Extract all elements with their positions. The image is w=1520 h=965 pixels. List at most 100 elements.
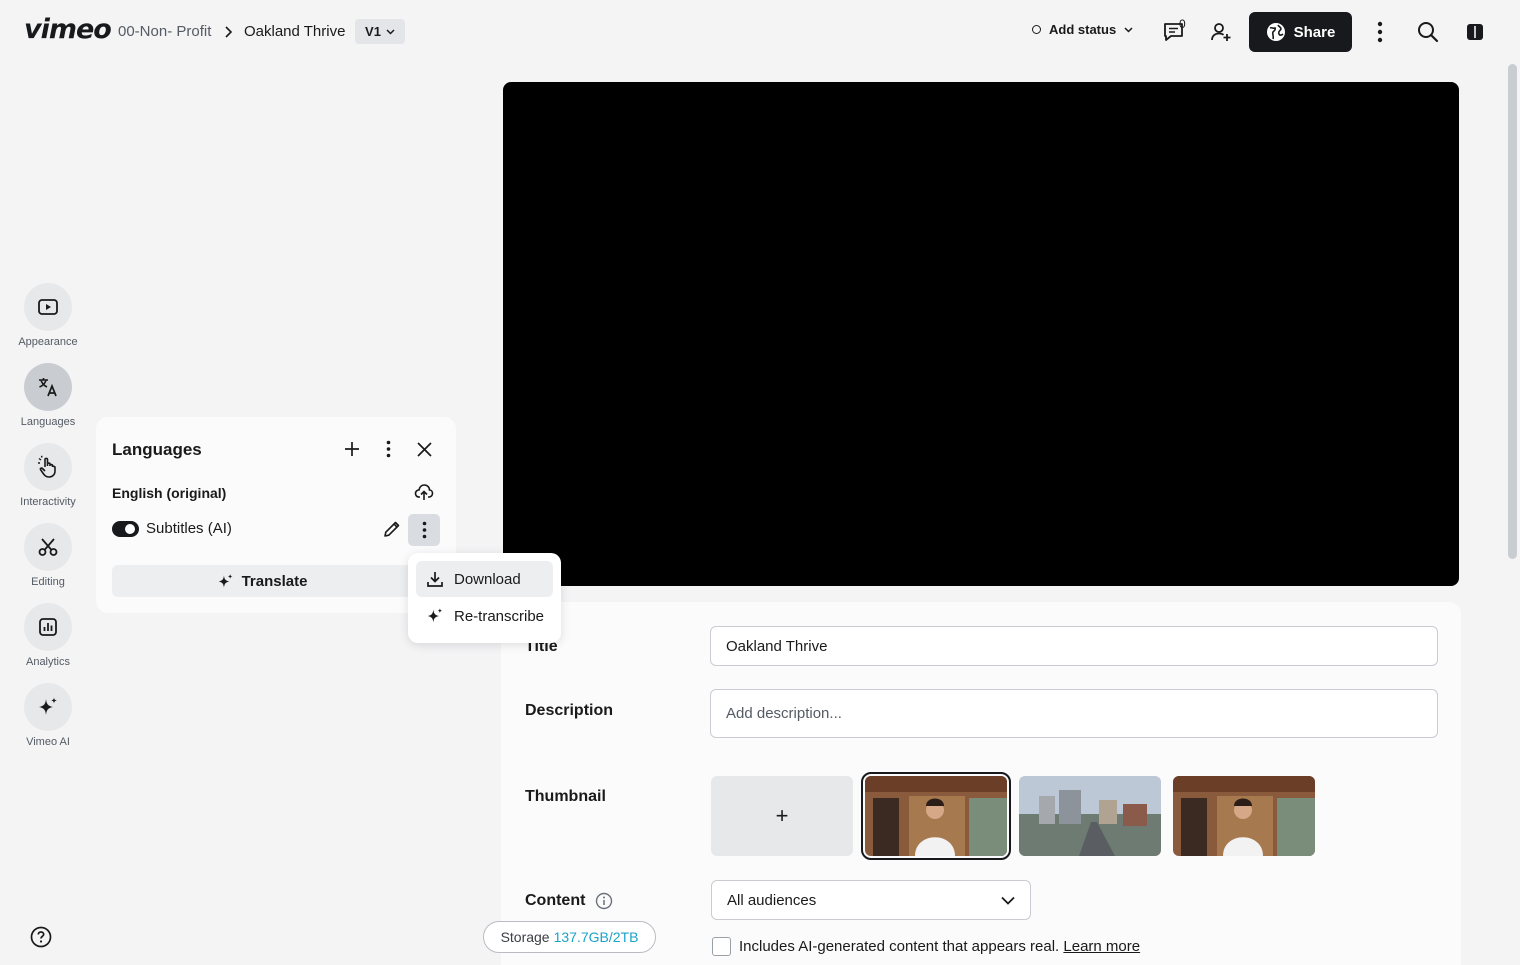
share-label: Share [1293,23,1336,41]
rail-label: Appearance [18,336,78,348]
thumbnail-image [865,776,1007,856]
thumbnail-image [1019,776,1161,856]
video-details-card: Title Oakland Thrive Description Add des… [501,602,1461,965]
ai-content-label: Includes AI-generated content that appea… [739,938,1140,955]
thumbnail-image [1173,776,1315,856]
sparkle-icon [427,608,443,623]
panel-more-button[interactable] [374,435,402,463]
chart-icon [39,618,57,636]
ai-content-checkbox[interactable] [712,937,731,956]
rail-button-appearance[interactable] [24,283,72,331]
rail-button-editing[interactable] [24,523,72,571]
status-label: Add status [1049,22,1117,37]
rail-button-interactivity[interactable] [24,443,72,491]
comments-count: 0 [1179,17,1186,31]
menu-item-re-transcribe[interactable]: Re-transcribe [416,598,553,634]
sparkle-icon [218,573,233,588]
translate-label: Translate [241,572,308,590]
top-header: vimeo 00-Non- Profit Oakland Thrive V1 A… [0,0,1520,64]
vimeo-logo[interactable]: vimeo [24,14,112,45]
version-selector[interactable]: V1 [355,19,405,44]
close-icon [416,441,432,457]
storage-label: Storage [500,929,550,945]
info-icon[interactable] [595,892,613,910]
learn-more-link[interactable]: Learn more [1063,938,1140,955]
pointer-hand-icon [38,455,56,478]
menu-item-label: Download [454,570,521,588]
subtitles-options-menu: Download Re-transcribe [408,553,561,643]
status-dot-icon [1032,25,1041,34]
rail-item-languages[interactable]: Languages [12,363,84,428]
ai-content-text: Includes AI-generated content that appea… [739,938,1060,955]
rail-item-appearance[interactable]: Appearance [12,283,84,348]
chevron-down-icon [1124,26,1133,33]
rail-item-interactivity[interactable]: Interactivity [12,443,84,508]
search-button[interactable] [1412,16,1444,48]
rail-button-vimeo-ai[interactable] [24,683,72,731]
add-language-button[interactable] [338,435,366,463]
page-scrollbar[interactable] [1508,64,1517,559]
subtitles-more-button[interactable] [408,514,440,546]
rail-label: Languages [20,416,76,428]
version-label: V1 [365,24,381,39]
upload-captions-button[interactable] [410,478,438,506]
title-input[interactable]: Oakland Thrive [710,626,1438,666]
help-icon[interactable] [30,926,52,948]
panel-layout-button[interactable] [1459,16,1491,48]
video-player[interactable] [503,82,1459,586]
rail-label: Editing [31,576,65,588]
languages-panel: Languages English (original) Subtitles (… [96,417,456,613]
thumbnail-option-1[interactable] [861,772,1011,860]
download-icon [427,572,443,587]
add-user-icon [1211,23,1231,41]
rail-item-editing[interactable]: Editing [12,523,84,588]
rail-button-languages[interactable] [24,363,72,411]
chevron-right-icon [225,26,233,38]
rail-label: Interactivity [20,496,76,508]
vertical-dots-icon [422,521,426,539]
menu-item-download[interactable]: Download [416,561,553,597]
breadcrumb-video: Oakland Thrive [244,23,346,40]
chevron-down-icon [1001,896,1015,905]
audience-select[interactable]: All audiences [711,880,1031,920]
breadcrumb-folder[interactable]: 00-Non- Profit [118,23,211,40]
add-status-button[interactable]: Add status [1032,22,1133,37]
rail-label: Analytics [25,656,71,668]
rail-button-analytics[interactable] [24,603,72,651]
description-placeholder: Add description... [726,705,842,722]
share-button[interactable]: Share [1249,12,1352,52]
edit-subtitles-button[interactable] [378,515,406,543]
rail-label: Vimeo AI [26,736,70,748]
storage-indicator[interactable]: Storage 137.7GB/2TB [483,921,656,953]
invite-user-button[interactable] [1205,16,1237,48]
thumbnail-option-2[interactable] [1019,776,1161,856]
globe-icon [1266,23,1285,41]
vertical-dots-icon [386,440,390,458]
panel-title: Languages [112,440,202,459]
audience-value: All audiences [727,891,817,909]
language-name: English (original) [112,485,227,501]
rail-item-vimeo-ai[interactable]: Vimeo AI [12,683,84,748]
add-thumbnail-button[interactable]: + [711,776,853,856]
plus-icon [345,442,359,456]
translate-button[interactable]: Translate [112,565,412,597]
title-value: Oakland Thrive [726,637,828,655]
thumbnail-option-3[interactable] [1173,776,1315,856]
content-label: Content [525,892,586,909]
subtitles-toggle[interactable] [112,521,139,537]
content-label-row: Content [525,892,613,910]
plus-icon: + [775,803,789,828]
columns-icon [1467,24,1483,40]
pencil-icon [384,521,400,537]
description-label: Description [525,702,614,719]
more-options-button[interactable] [1364,16,1396,48]
close-panel-button[interactable] [410,435,438,463]
translate-icon [39,378,57,397]
storage-value: 137.7GB/2TB [553,929,639,945]
rail-item-analytics[interactable]: Analytics [12,603,84,668]
description-input[interactable]: Add description... [710,689,1438,738]
subtitles-label: Subtitles (AI) [146,520,232,537]
vertical-dots-icon [1377,21,1383,43]
scissors-icon [38,538,58,556]
chevron-down-icon [386,28,395,35]
